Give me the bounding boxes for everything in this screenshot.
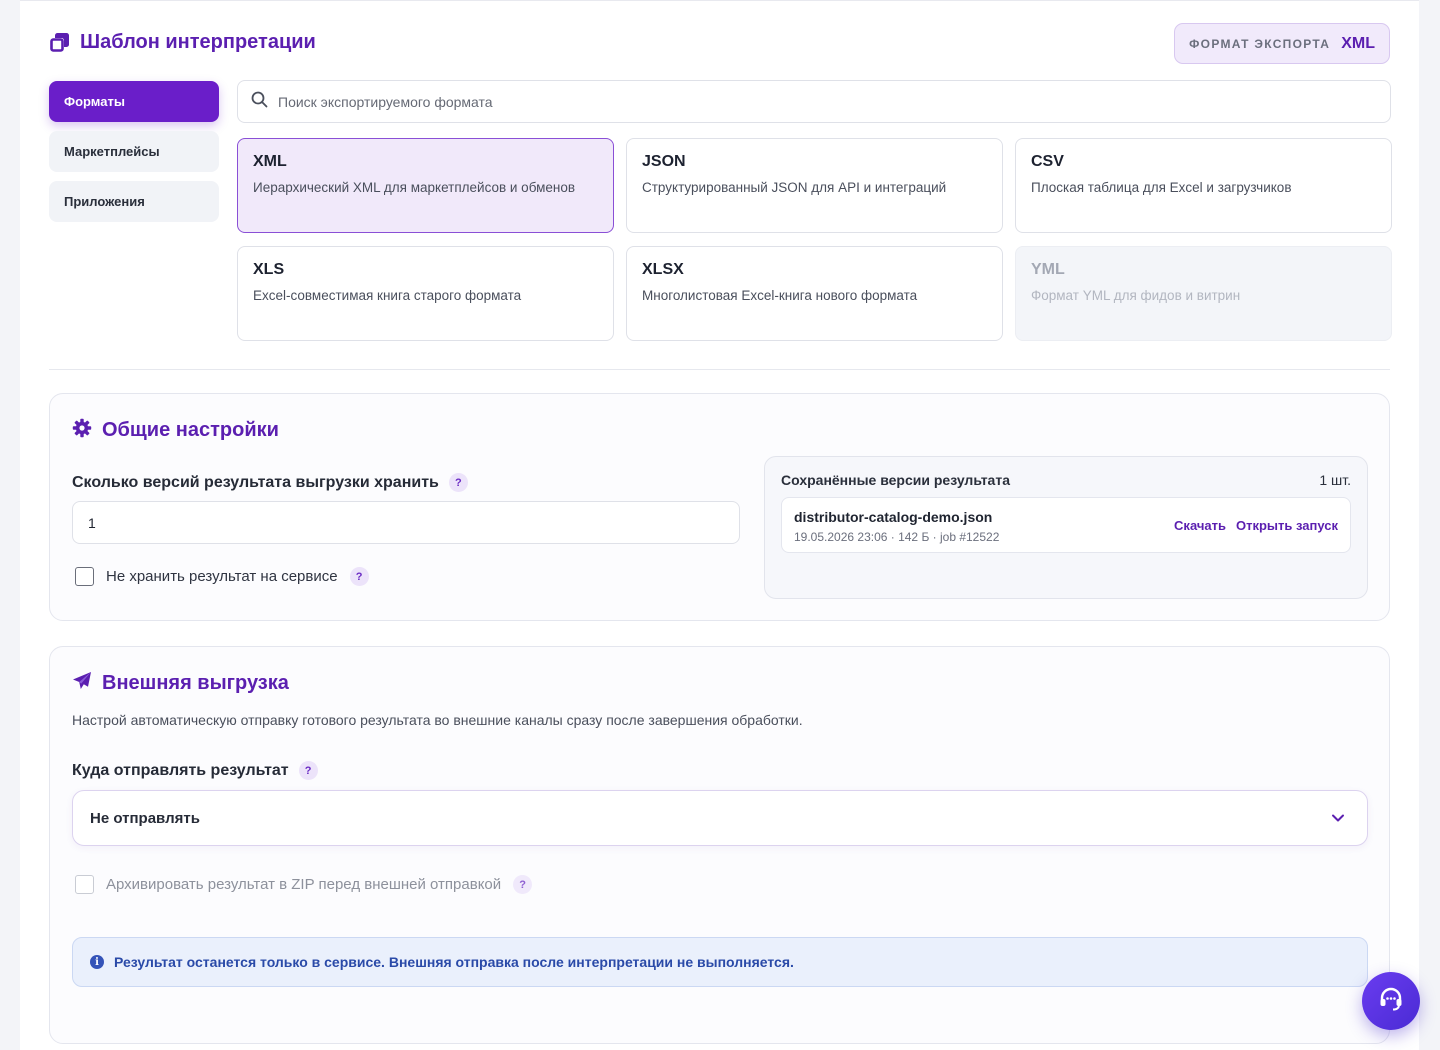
zip-checkbox xyxy=(75,875,94,894)
export-format-label: ФОРМАТ ЭКСПОРТА xyxy=(1189,36,1331,51)
saved-version-actions: Скачать Открыть запуск xyxy=(1174,518,1338,533)
external-export-title: Внешняя выгрузка xyxy=(72,671,289,696)
title-wrap: Шаблон интерпретации xyxy=(49,31,316,54)
saved-versions-card: Сохранённые версии результата 1 шт. dist… xyxy=(764,456,1368,599)
info-text: Результат останется только в сервисе. Вн… xyxy=(114,954,794,970)
help-icon[interactable]: ? xyxy=(349,567,369,586)
external-export-panel: Внешняя выгрузка Настрой автоматическую … xyxy=(49,646,1390,1044)
help-icon[interactable]: ? xyxy=(448,473,468,492)
section-title: Общие настройки xyxy=(102,419,279,441)
divider xyxy=(49,369,1390,370)
format-name: CSV xyxy=(1031,153,1064,170)
format-name: XLS xyxy=(253,261,285,278)
no-store-row: Не хранить результат на сервисе ? xyxy=(75,567,369,586)
external-description: Настрой автоматическую отправку готового… xyxy=(72,712,803,728)
format-card-xlsx[interactable]: XLSX Многолистовая Excel-книга нового фо… xyxy=(626,246,1003,341)
format-description: Формат YML для фидов и витрин xyxy=(1031,288,1241,303)
format-grid: XML Иерархический XML для маркетплейсов … xyxy=(237,138,1392,341)
page: Шаблон интерпретации ФОРМАТ ЭКСПОРТА XML… xyxy=(20,0,1419,1050)
search-input[interactable] xyxy=(278,93,1358,110)
search-icon xyxy=(251,91,268,113)
section-title: Внешняя выгрузка xyxy=(102,672,289,694)
format-card-xls[interactable]: XLS Excel-совместимая книга старого форм… xyxy=(237,246,614,341)
format-name: XML xyxy=(253,153,287,170)
support-button[interactable] xyxy=(1362,972,1420,1030)
headset-icon xyxy=(1377,985,1405,1018)
copy-icon xyxy=(49,32,70,53)
format-description: Структурированный JSON для API и интегра… xyxy=(642,180,947,195)
format-description: Иерархический XML для маркетплейсов и об… xyxy=(253,180,576,195)
general-settings-panel: Общие настройки Сколько версий результат… xyxy=(49,393,1390,621)
export-format-value: XML xyxy=(1341,34,1375,52)
zip-label: Архивировать результат в ZIP перед внешн… xyxy=(106,876,502,893)
format-card-xml[interactable]: XML Иерархический XML для маркетплейсов … xyxy=(237,138,614,233)
paper-plane-icon xyxy=(72,671,92,696)
header: Шаблон интерпретации ФОРМАТ ЭКСПОРТА XML xyxy=(49,23,1390,65)
sidebar-item-formats[interactable]: Форматы xyxy=(49,81,219,122)
sidebar-item-apps[interactable]: Приложения xyxy=(49,181,219,222)
format-name: XLSX xyxy=(642,261,684,278)
info-icon: i xyxy=(90,955,104,969)
format-description: Плоская таблица для Excel и загрузчиков xyxy=(1031,180,1292,195)
format-name: YML xyxy=(1031,261,1065,278)
zip-row: Архивировать результат в ZIP перед внешн… xyxy=(75,875,533,894)
no-store-checkbox[interactable] xyxy=(75,567,94,586)
general-settings-title: Общие настройки xyxy=(72,418,279,443)
format-card-yml: YML Формат YML для фидов и витрин xyxy=(1015,246,1392,341)
versions-input[interactable]: 1 xyxy=(72,501,740,544)
help-icon[interactable]: ? xyxy=(513,875,533,894)
format-description: Многолистовая Excel-книга нового формата xyxy=(642,288,918,303)
sidebar-item-marketplaces[interactable]: Маркетплейсы xyxy=(49,131,219,172)
destination-label: Куда отправлять результат ? xyxy=(72,761,318,780)
destination-select[interactable]: Не отправлять xyxy=(72,790,1368,846)
format-description: Excel-совместимая книга старого формата xyxy=(253,288,522,303)
page-title: Шаблон интерпретации xyxy=(80,31,316,53)
saved-version-meta: 19.05.2026 23:06 · 142 Б · job #12522 xyxy=(794,530,1000,544)
no-store-label: Не хранить результат на сервисе xyxy=(106,568,338,585)
chevron-down-icon xyxy=(1331,811,1345,829)
format-card-csv[interactable]: CSV Плоская таблица для Excel и загрузчи… xyxy=(1015,138,1392,233)
format-card-json[interactable]: JSON Структурированный JSON для API и ин… xyxy=(626,138,1003,233)
export-format-badge: ФОРМАТ ЭКСПОРТА XML xyxy=(1174,23,1390,64)
open-run-link[interactable]: Открыть запуск xyxy=(1236,518,1338,533)
saved-version-filename: distributor-catalog-demo.json xyxy=(794,509,993,525)
saved-versions-count: 1 шт. xyxy=(1319,472,1351,488)
search-box xyxy=(237,80,1391,123)
saved-versions-title: Сохранённые версии результата xyxy=(781,472,1010,488)
download-link[interactable]: Скачать xyxy=(1174,518,1226,533)
destination-label-text: Куда отправлять результат xyxy=(72,761,289,779)
format-name: JSON xyxy=(642,153,686,170)
saved-version-row: distributor-catalog-demo.json 19.05.2026… xyxy=(781,497,1351,553)
info-banner: i Результат останется только в сервисе. … xyxy=(72,937,1368,987)
help-icon[interactable]: ? xyxy=(298,761,318,780)
versions-label: Сколько версий результата выгрузки храни… xyxy=(72,473,468,492)
versions-label-text: Сколько версий результата выгрузки храни… xyxy=(72,473,439,491)
sidebar: Форматы Маркетплейсы Приложения xyxy=(49,81,219,231)
gear-icon xyxy=(72,418,92,443)
destination-value: Не отправлять xyxy=(90,809,200,827)
